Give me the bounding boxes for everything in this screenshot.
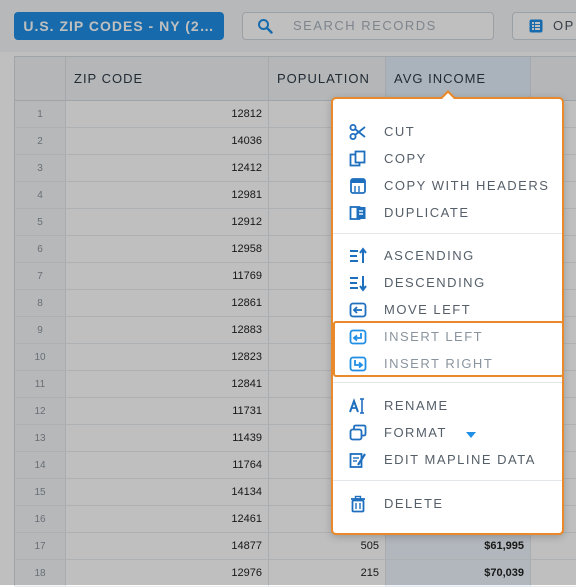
menu-item-cut[interactable]: CUT (333, 118, 562, 145)
copy-with-headers-icon (350, 178, 366, 194)
menu-item-label: EDIT MAPLINE DATA (384, 452, 536, 467)
menu-item-duplicate[interactable]: DUPLICATE (333, 199, 562, 226)
insert-right-icon (349, 356, 367, 372)
menu-item-format[interactable]: FORMAT (333, 419, 562, 446)
menu-divider (333, 382, 562, 383)
menu-item-descending[interactable]: DESCENDING (333, 269, 562, 296)
menu-item-label: FORMAT (384, 425, 447, 440)
column-context-menu-lower: RENAME FORMAT EDIT MAPLINE DATA DELETE (331, 378, 564, 535)
menu-item-insert-right[interactable]: INSERT RIGHT (335, 350, 562, 377)
menu-item-label: COPY (384, 151, 427, 166)
menu-item-copy[interactable]: COPY (333, 145, 562, 172)
menu-item-move-left[interactable]: MOVE LEFT (333, 296, 562, 323)
menu-item-label: DESCENDING (384, 275, 486, 290)
format-icon (349, 424, 367, 441)
format-dropdown-caret[interactable] (466, 432, 476, 438)
menu-item-label: RENAME (384, 398, 449, 413)
menu-item-label: DELETE (384, 496, 444, 511)
trash-icon (351, 495, 365, 513)
rename-icon (349, 398, 364, 414)
menu-item-delete[interactable]: DELETE (333, 490, 562, 517)
menu-item-rename[interactable]: RENAME (333, 392, 562, 419)
menu-item-insert-left[interactable]: INSERT LEFT (335, 323, 562, 350)
copy-icon (349, 150, 366, 167)
insert-left-icon (349, 329, 367, 345)
menu-item-label: COPY WITH HEADERS (384, 178, 550, 193)
menu-item-label: DUPLICATE (384, 205, 470, 220)
menu-item-label: CUT (384, 124, 416, 139)
insert-options-highlight: INSERT LEFT INSERT RIGHT (333, 321, 564, 377)
menu-item-ascending[interactable]: ASCENDING (333, 242, 562, 269)
menu-item-copy-with-headers[interactable]: COPY WITH HEADERS (333, 172, 562, 199)
sort-descending-icon (350, 276, 367, 292)
sort-ascending-icon (350, 247, 367, 263)
menu-item-label: INSERT RIGHT (384, 356, 494, 371)
menu-divider (333, 480, 562, 481)
menu-caret-fill (441, 93, 455, 100)
scissors-icon (349, 124, 366, 140)
menu-item-label: INSERT LEFT (384, 329, 484, 344)
duplicate-icon (349, 206, 366, 220)
move-left-icon (349, 302, 367, 318)
menu-item-edit-mapline-data[interactable]: EDIT MAPLINE DATA (333, 446, 562, 473)
edit-data-icon (349, 453, 366, 468)
menu-item-label: MOVE LEFT (384, 302, 472, 317)
menu-divider (333, 233, 562, 234)
menu-item-label: ASCENDING (384, 248, 475, 263)
